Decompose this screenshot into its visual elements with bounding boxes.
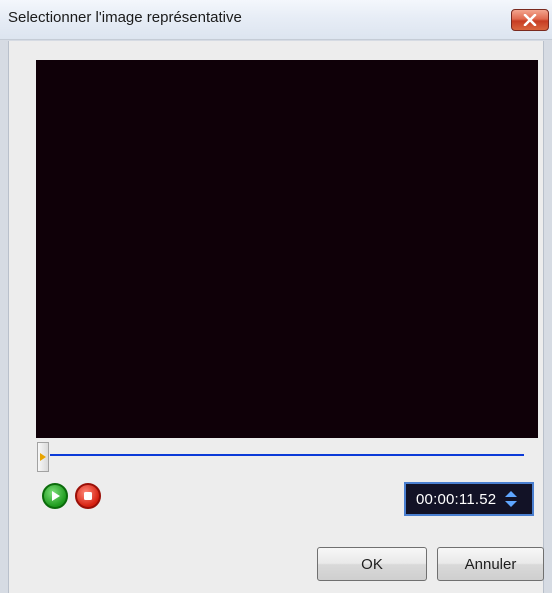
stop-button[interactable] xyxy=(75,483,101,509)
stop-icon xyxy=(84,492,92,500)
ok-button[interactable]: OK xyxy=(317,547,427,581)
video-preview xyxy=(36,60,538,438)
title-bar: Selectionner l'image représentative xyxy=(0,0,552,40)
time-field[interactable]: 00:00:11.52 xyxy=(404,482,534,516)
close-icon xyxy=(523,14,537,26)
play-button[interactable] xyxy=(42,483,68,509)
timeline-track[interactable] xyxy=(50,454,524,456)
spin-down-icon[interactable] xyxy=(504,500,518,508)
timeline xyxy=(36,438,538,474)
slider-arrow-icon xyxy=(40,453,46,461)
close-button[interactable] xyxy=(511,9,549,31)
time-value: 00:00:11.52 xyxy=(416,490,497,508)
time-spinner[interactable] xyxy=(504,490,518,508)
spin-up-icon[interactable] xyxy=(504,490,518,498)
cancel-button[interactable]: Annuler xyxy=(437,547,544,581)
timeline-slider-thumb[interactable] xyxy=(37,442,49,472)
window-title: Selectionner l'image représentative xyxy=(8,9,242,26)
play-icon xyxy=(52,491,60,501)
